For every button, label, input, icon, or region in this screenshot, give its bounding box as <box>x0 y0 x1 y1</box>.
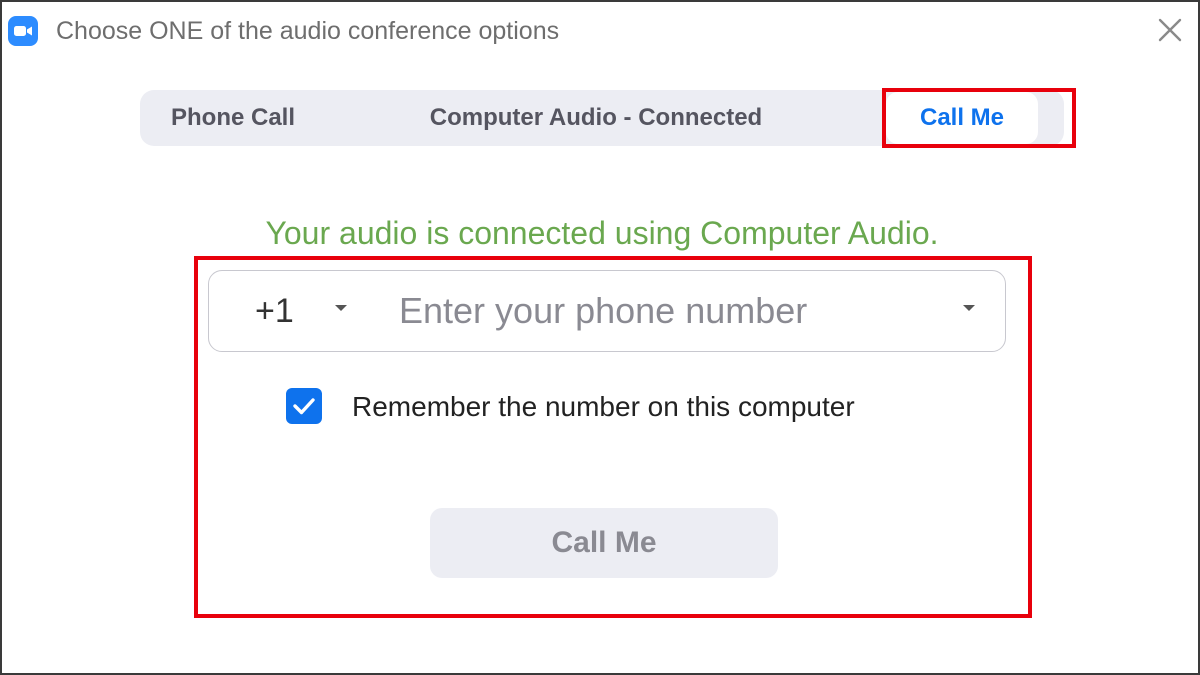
phone-number-input[interactable] <box>399 281 939 341</box>
call-me-button[interactable]: Call Me <box>430 508 778 578</box>
remember-checkbox[interactable] <box>286 388 322 424</box>
audio-options-dialog: Choose ONE of the audio conference optio… <box>0 0 1200 675</box>
audio-tab-bar: Phone Call Computer Audio - Connected Ca… <box>140 90 1064 146</box>
checkmark-icon <box>293 398 315 415</box>
title-bar: Choose ONE of the audio conference optio… <box>2 2 1198 60</box>
window-title: Choose ONE of the audio conference optio… <box>56 17 560 45</box>
zoom-camera-icon <box>8 16 38 46</box>
chevron-down-icon <box>335 305 347 311</box>
connection-status: Your audio is connected using Computer A… <box>265 215 939 251</box>
country-code-value: +1 <box>255 292 294 330</box>
close-icon[interactable] <box>1152 12 1188 48</box>
tab-computer-audio[interactable]: Computer Audio - Connected <box>402 90 790 146</box>
phone-number-field: +1 <box>208 270 1006 352</box>
chevron-down-icon[interactable] <box>961 303 977 313</box>
tab-phone-call[interactable]: Phone Call <box>140 90 326 146</box>
country-code-select[interactable]: +1 <box>249 271 369 351</box>
tab-call-me[interactable]: Call Me <box>886 92 1038 144</box>
remember-label: Remember the number on this computer <box>352 391 855 422</box>
